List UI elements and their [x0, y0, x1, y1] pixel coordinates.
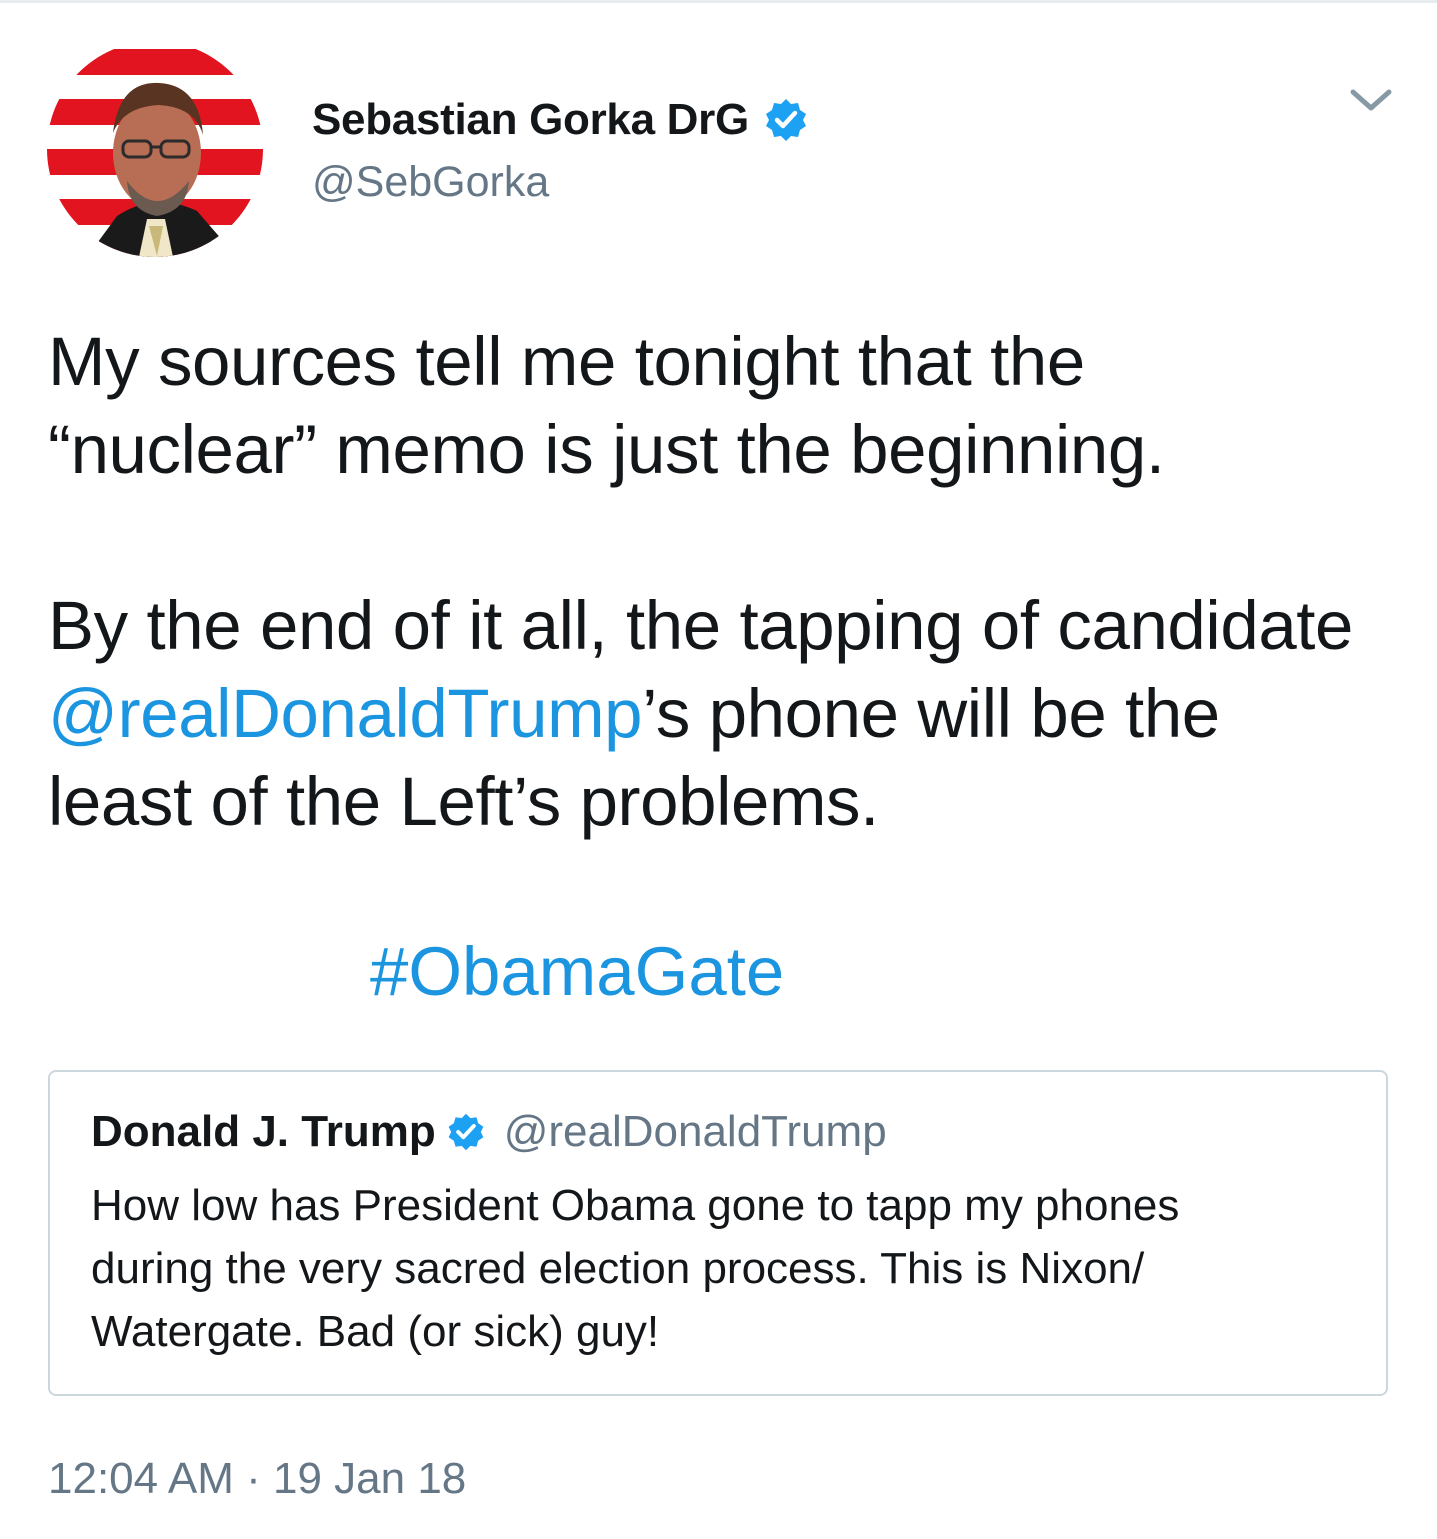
author-display-name[interactable]: Sebastian Gorka DrG — [312, 95, 749, 145]
tweet-text-line: least of the Left’s problems. — [48, 763, 879, 840]
tweet-text-line: @realDonaldTrump’s phone will be the — [48, 670, 1408, 758]
tweet-text-line: By the end of it all, the tapping of can… — [48, 587, 1354, 664]
avatar[interactable] — [47, 41, 263, 257]
quoted-author-handle: @realDonaldTrump — [503, 1107, 887, 1156]
verified-badge-icon — [763, 97, 809, 143]
chevron-down-icon[interactable] — [1347, 84, 1395, 116]
top-divider — [0, 0, 1437, 3]
hashtag-link[interactable]: #ObamaGate — [370, 933, 784, 1010]
tweet-text: My sources tell me tonight that the “nuc… — [48, 318, 1408, 846]
quoted-tweet-text: How low has President Obama gone to tapp… — [91, 1174, 1361, 1363]
tweet-text-line: “nuclear” memo is just the beginning. — [48, 411, 1165, 488]
quoted-text-line: Watergate. Bad (or sick) guy! — [91, 1307, 660, 1356]
tweet-text-fragment: ’s phone will be the — [642, 675, 1220, 752]
quoted-tweet-card[interactable]: Donald J. Trump @realDonaldTrump How low… — [48, 1070, 1388, 1396]
quoted-author-name: Donald J. Trump — [91, 1107, 436, 1156]
quoted-text-line: during the very sacred election process.… — [91, 1244, 1145, 1293]
tweet-timestamp[interactable]: 12:04 AM · 19 Jan 18 — [48, 1454, 466, 1504]
tweet-text-line: My sources tell me tonight that the — [48, 323, 1085, 400]
quoted-text-line: How low has President Obama gone to tapp… — [91, 1181, 1180, 1230]
verified-badge-icon — [446, 1112, 486, 1152]
mention-link[interactable]: @realDonaldTrump — [48, 675, 643, 752]
author-name-row[interactable]: Sebastian Gorka DrG — [312, 94, 809, 146]
quoted-tweet-header: Donald J. Trump @realDonaldTrump — [91, 1106, 887, 1158]
author-handle[interactable]: @SebGorka — [312, 158, 549, 207]
